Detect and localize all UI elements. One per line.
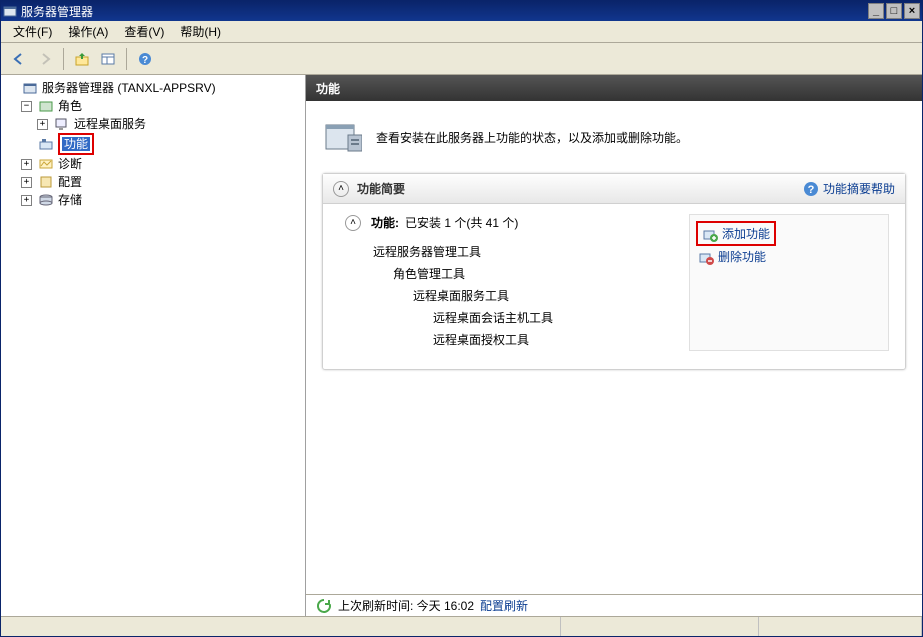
section-collapse-icon[interactable]: ˄ <box>333 181 349 197</box>
tree-storage[interactable]: + 存储 <box>21 191 301 209</box>
last-refresh-text: 上次刷新时间: 今天 16:02 <box>338 597 474 614</box>
tree-config[interactable]: + 配置 <box>21 173 301 191</box>
refresh-icon <box>316 598 332 614</box>
configure-refresh-link[interactable]: 配置刷新 <box>480 597 528 614</box>
nav-back-button[interactable] <box>7 47 31 71</box>
menu-action[interactable]: 操作(A) <box>60 21 116 42</box>
toolbar-separator <box>63 48 64 70</box>
server-icon <box>22 80 38 96</box>
menu-view[interactable]: 查看(V) <box>116 21 172 42</box>
tree-config-label: 配置 <box>58 173 82 191</box>
minimize-button[interactable]: _ <box>868 3 884 19</box>
titlebar: 服务器管理器 _ □ × <box>1 1 922 21</box>
config-icon <box>38 174 54 190</box>
tree-remote-desktop[interactable]: + 远程桌面服务 <box>37 115 301 133</box>
remove-feature-icon <box>698 249 714 265</box>
actions-panel: 添加功能 删除功能 <box>689 214 889 351</box>
tree-roles[interactable]: − 角色 <box>21 97 301 115</box>
menubar: 文件(F) 操作(A) 查看(V) 帮助(H) <box>1 21 922 43</box>
features-icon <box>38 136 54 152</box>
close-button[interactable]: × <box>904 3 920 19</box>
nav-forward-button[interactable] <box>33 47 57 71</box>
tree-storage-label: 存储 <box>58 191 82 209</box>
svg-text:?: ? <box>808 184 815 196</box>
diagnostics-icon <box>38 156 54 172</box>
tree-root-label: 服务器管理器 (TANXL-APPSRV) <box>42 79 216 97</box>
features-count: 已安装 1 个(共 41 个) <box>405 214 518 231</box>
installed-features-tree: 远程服务器管理工具 角色管理工具 远程桌面服务工具 远程桌面会话主机工具 远程桌… <box>373 241 669 351</box>
add-feature-link[interactable]: 添加功能 <box>700 223 772 244</box>
properties-button[interactable] <box>96 47 120 71</box>
remote-desktop-icon <box>54 116 70 132</box>
summary-section: ˄ 功能简要 ? 功能摘要帮助 ˄ 功能: 已安装 1 个(共 41 个 <box>322 173 906 370</box>
feature-item: 远程桌面授权工具 <box>433 329 669 351</box>
tree-root[interactable]: 服务器管理器 (TANXL-APPSRV) <box>5 79 301 97</box>
feature-item: 远程桌面会话主机工具 <box>433 307 669 329</box>
expand-icon[interactable]: + <box>21 177 32 188</box>
maximize-button[interactable]: □ <box>886 3 902 19</box>
tree-pane: 服务器管理器 (TANXL-APPSRV) − 角色 <box>1 75 306 616</box>
toolbar-separator <box>126 48 127 70</box>
summary-help-link[interactable]: ? 功能摘要帮助 <box>803 180 895 197</box>
app-icon <box>3 4 17 18</box>
summary-help-label: 功能摘要帮助 <box>823 180 895 197</box>
expand-icon[interactable]: + <box>21 195 32 206</box>
tree-roles-label: 角色 <box>58 97 82 115</box>
intro-row: 查看安装在此服务器上功能的状态，以及添加或删除功能。 <box>322 117 906 157</box>
add-feature-icon <box>702 226 718 242</box>
features-label: 功能: <box>371 216 399 230</box>
help-button[interactable]: ? <box>133 47 157 71</box>
up-level-button[interactable] <box>70 47 94 71</box>
expand-icon[interactable]: + <box>37 119 48 130</box>
expand-icon[interactable]: − <box>21 101 32 112</box>
tree-diagnostics-label: 诊断 <box>58 155 82 173</box>
features-count-row: ˄ 功能: 已安装 1 个(共 41 个) <box>345 214 669 231</box>
content-statusbar: 上次刷新时间: 今天 16:02 配置刷新 <box>306 594 922 616</box>
help-icon: ? <box>803 181 819 197</box>
menu-file[interactable]: 文件(F) <box>5 21 60 42</box>
tree-features[interactable]: 功能 <box>21 133 301 155</box>
expand-icon[interactable]: + <box>21 159 32 170</box>
roles-icon <box>38 98 54 114</box>
tree-diagnostics[interactable]: + 诊断 <box>21 155 301 173</box>
remove-feature-link[interactable]: 删除功能 <box>696 246 882 267</box>
tree-features-label: 功能 <box>62 137 90 151</box>
feature-item: 远程桌面服务工具 <box>413 285 669 307</box>
toolbar: ? <box>1 43 922 75</box>
menu-help[interactable]: 帮助(H) <box>172 21 229 42</box>
feature-item: 远程服务器管理工具 <box>373 241 669 263</box>
intro-text: 查看安装在此服务器上功能的状态，以及添加或删除功能。 <box>376 129 688 146</box>
storage-icon <box>38 192 54 208</box>
remove-feature-label: 删除功能 <box>718 248 766 265</box>
tree-remote-desktop-label: 远程桌面服务 <box>74 115 146 133</box>
content-header: 功能 <box>306 75 922 101</box>
window-title: 服务器管理器 <box>21 3 866 20</box>
svg-text:?: ? <box>142 55 148 66</box>
add-feature-label: 添加功能 <box>722 225 770 242</box>
server-large-icon <box>322 117 362 157</box>
summary-title: 功能简要 <box>357 180 803 197</box>
feature-item: 角色管理工具 <box>393 263 669 285</box>
content-header-title: 功能 <box>316 80 340 97</box>
window-statusbar <box>1 616 922 636</box>
subsection-collapse-icon[interactable]: ˄ <box>345 215 361 231</box>
